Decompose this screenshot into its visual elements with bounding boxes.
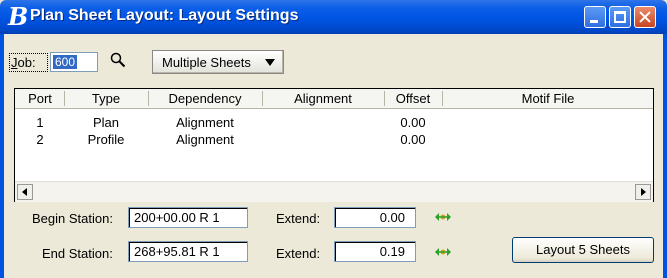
port-list[interactable]: Port Type Dependency Alignment Offset Mo… <box>14 88 654 202</box>
sheet-mode-value: Multiple Sheets <box>162 55 251 70</box>
end-extend-label: Extend: <box>276 246 321 261</box>
column-header-motif-file[interactable]: Motif File <box>443 91 653 106</box>
close-button[interactable] <box>634 6 656 28</box>
move-icon[interactable] <box>435 212 451 222</box>
layout-sheets-button[interactable]: Layout 5 Sheets <box>512 237 654 263</box>
maximize-button[interactable] <box>609 6 631 28</box>
cell-type: Plan <box>92 115 120 130</box>
begin-station-field[interactable]: 200+00.00 R 1 <box>128 207 248 228</box>
cell-port: 1 <box>36 115 44 130</box>
column-header-port[interactable]: Port <box>21 91 59 106</box>
scroll-right-button[interactable] <box>635 184 651 200</box>
job-input[interactable]: 600 <box>50 52 98 72</box>
column-header-type[interactable]: Type <box>65 91 147 106</box>
move-icon[interactable] <box>435 247 451 257</box>
end-extend-field[interactable]: 0.19 <box>334 241 416 262</box>
search-icon[interactable] <box>110 52 126 68</box>
end-station-field[interactable]: 268+95.81 R 1 <box>128 241 248 262</box>
job-input-value: 600 <box>53 55 78 69</box>
minimize-button[interactable] <box>584 6 606 28</box>
sheet-mode-dropdown[interactable]: Multiple Sheets <box>152 50 284 74</box>
window-frame-left <box>0 34 4 278</box>
scroll-left-button[interactable] <box>17 184 33 200</box>
cell-dependency: Alignment <box>176 115 234 130</box>
cell-offset: 0.00 <box>400 132 426 147</box>
begin-extend-field[interactable]: 0.00 <box>334 207 416 228</box>
list-header: Port Type Dependency Alignment Offset Mo… <box>15 89 653 109</box>
column-header-dependency[interactable]: Dependency <box>149 91 261 106</box>
cell-port: 2 <box>36 132 44 147</box>
cell-offset: 0.00 <box>400 115 426 130</box>
column-header-alignment[interactable]: Alignment <box>263 91 383 106</box>
job-label: Job: <box>11 55 36 70</box>
table-row[interactable]: 2 Profile Alignment 0.00 <box>15 132 653 149</box>
window-title: Plan Sheet Layout: Layout Settings <box>30 7 299 24</box>
begin-extend-label: Extend: <box>276 211 321 226</box>
begin-station-label: Begin Station: <box>32 211 113 226</box>
column-header-offset[interactable]: Offset <box>385 91 441 106</box>
horizontal-scrollbar[interactable] <box>15 181 653 202</box>
window-frame-right <box>663 34 667 278</box>
end-station-label: End Station: <box>42 246 113 261</box>
table-row[interactable]: 1 Plan Alignment 0.00 <box>15 115 653 132</box>
cell-type: Profile <box>87 132 125 147</box>
title-bar[interactable]: B Plan Sheet Layout: Layout Settings <box>0 0 667 34</box>
cell-dependency: Alignment <box>176 132 234 147</box>
chevron-down-icon <box>265 59 275 66</box>
